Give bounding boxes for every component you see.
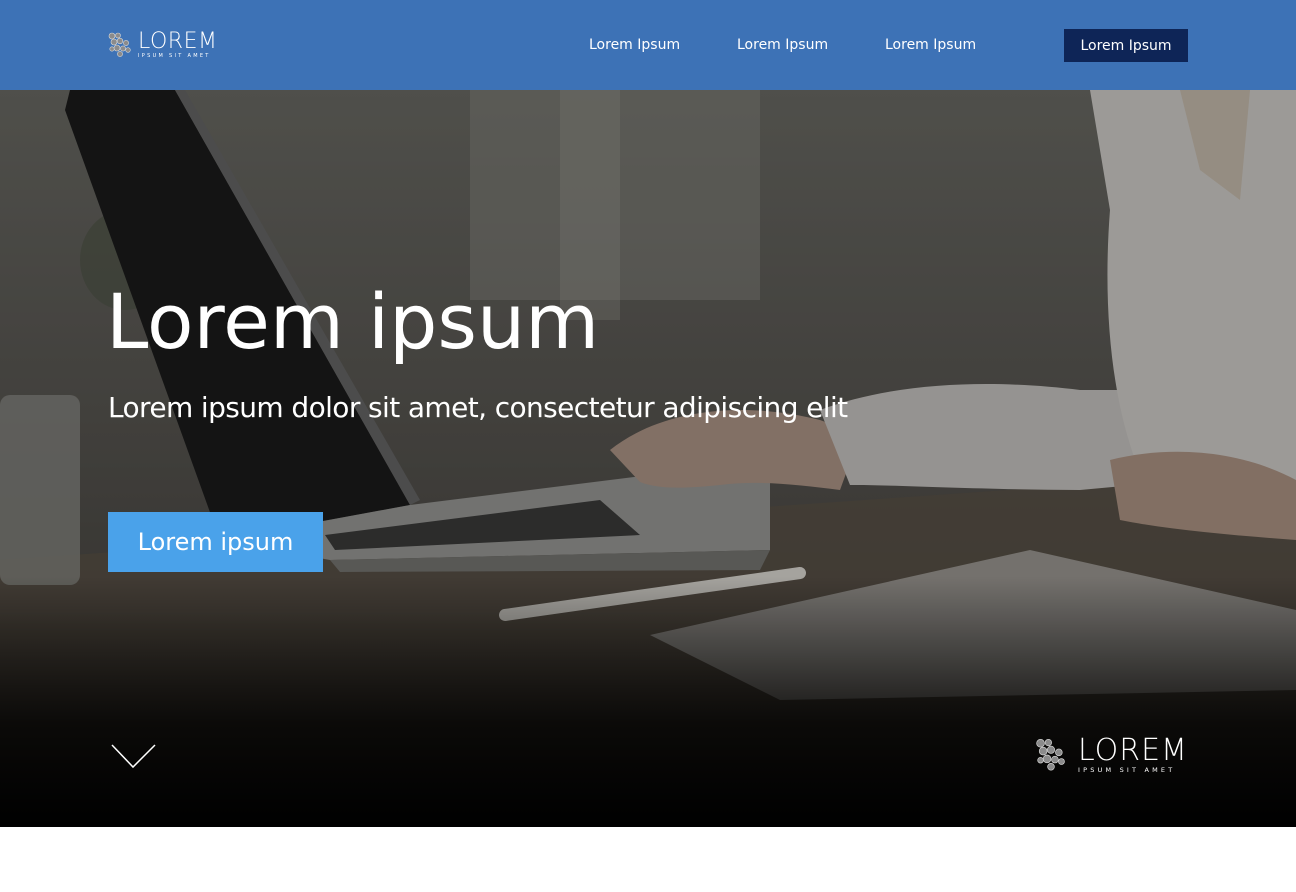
logo-wordmark: LOREM — [138, 29, 218, 54]
logo-wordmark: LOREM — [1078, 733, 1188, 768]
hero-section: Lorem ipsum Lorem ipsum dolor sit amet, … — [0, 90, 1296, 827]
footer-logo: LOREM IPSUM SIT AMET — [1034, 736, 1188, 774]
logo-tagline: IPSUM SIT AMET — [138, 53, 211, 59]
logo-mark-icon — [1036, 738, 1065, 771]
nav-cta-button[interactable]: Lorem Ipsum — [1064, 29, 1188, 62]
hero-title: Lorem ipsum — [106, 277, 600, 366]
hero-subtitle: Lorem ipsum dolor sit amet, consectetur … — [108, 391, 848, 424]
logo-text: LOREM IPSUM SIT AMET — [1078, 736, 1188, 774]
hero-background-image — [0, 90, 1296, 827]
nav-link-2[interactable]: Lorem Ipsum — [737, 36, 828, 54]
nav-link-3[interactable]: Lorem Ipsum — [885, 36, 976, 54]
logo-text: LOREM IPSUM SIT AMET — [138, 31, 217, 59]
navbar: LOREM IPSUM SIT AMET Lorem Ipsum Lorem I… — [0, 0, 1296, 90]
site-logo[interactable]: LOREM IPSUM SIT AMET — [108, 31, 217, 59]
logo-mark-icon — [108, 32, 131, 57]
logo-tagline: IPSUM SIT AMET — [1078, 766, 1176, 774]
nav-link-1[interactable]: Lorem Ipsum — [589, 36, 680, 54]
chevron-down-icon[interactable] — [111, 744, 157, 770]
hero-cta-button[interactable]: Lorem ipsum — [108, 512, 323, 572]
